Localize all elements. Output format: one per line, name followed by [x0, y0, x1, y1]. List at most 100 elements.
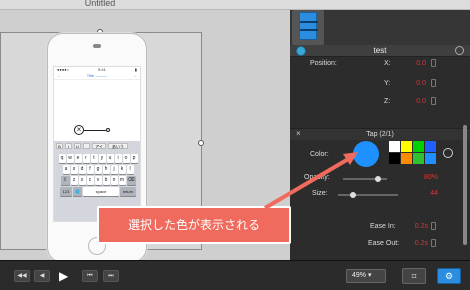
key[interactable]: s [70, 165, 78, 174]
tap-section-header[interactable]: × Tap (2/1) [290, 128, 470, 140]
size-slider-track[interactable] [338, 194, 398, 196]
key[interactable]: z [70, 176, 78, 185]
ease-in-value[interactable]: 0.2s [402, 223, 428, 230]
space-key[interactable]: space [83, 187, 119, 196]
slider-thumb[interactable] [106, 128, 110, 132]
size-slider-thumb[interactable] [350, 192, 356, 198]
key[interactable]: p [130, 154, 138, 163]
x-label: X: [384, 60, 391, 67]
key[interactable]: k [118, 165, 126, 174]
ease-out-stepper[interactable] [431, 239, 436, 247]
nav-forward-button[interactable]: → [133, 73, 137, 78]
key[interactable]: b [102, 176, 110, 185]
power-icon[interactable] [455, 46, 464, 55]
key[interactable]: v [94, 176, 102, 185]
key[interactable]: a [62, 165, 70, 174]
y-value[interactable]: 0.0 [398, 80, 426, 87]
size-value[interactable]: 44 [410, 190, 438, 197]
globe-key[interactable]: 🌐 [73, 187, 82, 196]
skip-back-button[interactable]: ◀◀ [14, 270, 30, 282]
color-swatch[interactable] [413, 141, 424, 152]
toolbar-key[interactable]: あいう [108, 143, 128, 149]
gear-icon: ⚙ [444, 271, 454, 281]
selected-color-preview[interactable] [353, 141, 379, 167]
annotation-callout: 選択した色が表示される [97, 206, 291, 244]
color-swatches [389, 141, 436, 164]
key[interactable]: y [98, 154, 106, 163]
key[interactable]: g [94, 165, 102, 174]
key-rows: q w e r t y u i o p a s d f g h j k l ⇧ z x c v b n m ⌫ [54, 154, 140, 185]
object-name: test [373, 46, 387, 55]
settings-button[interactable]: ⚙ [437, 268, 461, 284]
key[interactable]: l [126, 165, 134, 174]
section-title: Tap (2/1) [366, 131, 394, 138]
bottom-toolbar: ◀◀ ◀ ▶ ⏮ ⏭ 49% ▾ ⌗ ⚙ [0, 260, 470, 290]
z-value[interactable]: 0.0 [398, 98, 426, 105]
x-stepper[interactable] [431, 59, 436, 67]
nav-title: Title ——— [86, 73, 108, 78]
color-swatch[interactable] [425, 141, 436, 152]
key[interactable]: q [58, 154, 66, 163]
z-label: Z: [384, 98, 391, 105]
backspace-key[interactable]: ⌫ [126, 176, 136, 185]
ease-in-stepper[interactable] [431, 222, 436, 230]
inspector-scrollbar[interactable] [463, 125, 467, 245]
color-swatch[interactable] [413, 153, 424, 164]
z-stepper[interactable] [431, 97, 436, 105]
phone-screen[interactable]: ●●●●○ 9:41 ▮ ← Title ——— → × B I U アイ あい… [53, 66, 141, 222]
window-title: Untitled [84, 0, 116, 8]
color-swatch[interactable] [425, 153, 436, 164]
position-label: Position: [310, 60, 337, 67]
color-swatch[interactable] [401, 153, 412, 164]
color-swatch[interactable] [401, 141, 412, 152]
key[interactable]: n [110, 176, 118, 185]
shift-key[interactable]: ⇧ [60, 176, 70, 185]
inspector-panel: test Position: X: 0.0 Y: 0.0 Z: 0.0 × Ta… [290, 10, 470, 260]
toolbar-key[interactable]: I [65, 143, 72, 149]
opacity-value[interactable]: 80% [410, 174, 438, 181]
color-swatch[interactable] [389, 141, 400, 152]
toolbar-key[interactable]: B [56, 143, 63, 149]
step-back-button[interactable]: ◀ [34, 270, 50, 282]
play-button[interactable]: ▶ [59, 269, 68, 283]
close-icon[interactable]: × [74, 125, 84, 135]
key[interactable]: h [102, 165, 110, 174]
y-stepper[interactable] [431, 79, 436, 87]
crop-button[interactable]: ⌗ [402, 268, 426, 284]
color-swatch[interactable] [389, 153, 400, 164]
title-bar: Untitled [0, 0, 470, 10]
key[interactable]: f [86, 165, 94, 174]
key[interactable]: x [78, 176, 86, 185]
battery-icon: ▮ [134, 67, 137, 72]
key[interactable]: r [82, 154, 90, 163]
slider-control[interactable]: × [74, 125, 110, 135]
key[interactable]: j [110, 165, 118, 174]
nav-back-button[interactable]: ← [57, 73, 61, 78]
size-label: Size: [312, 190, 328, 197]
return-key[interactable]: return [120, 187, 136, 196]
toolbar-key[interactable] [83, 143, 90, 149]
next-button[interactable]: ⏭ [103, 270, 119, 282]
key[interactable]: o [122, 154, 130, 163]
reset-color-icon[interactable] [443, 148, 453, 158]
key[interactable]: c [86, 176, 94, 185]
keyboard-toolbar: B I U アイ あいう [54, 141, 140, 152]
zoom-select[interactable]: 49% ▾ [346, 269, 386, 283]
key[interactable]: w [66, 154, 74, 163]
resize-handle-right[interactable] [198, 140, 204, 146]
key[interactable]: m [118, 176, 126, 185]
ease-out-value[interactable]: 0.2s [402, 240, 428, 247]
key[interactable]: d [78, 165, 86, 174]
tab-layers[interactable] [292, 10, 324, 45]
opacity-slider-thumb[interactable] [375, 176, 382, 182]
numbers-key[interactable]: 123 [60, 187, 72, 196]
key[interactable]: t [90, 154, 98, 163]
key[interactable]: e [74, 154, 82, 163]
toolbar-key[interactable]: アイ [92, 143, 106, 149]
previous-button[interactable]: ⏮ [82, 270, 98, 282]
key[interactable]: u [106, 154, 114, 163]
toolbar-key[interactable]: U [74, 143, 81, 149]
x-value[interactable]: 0.0 [398, 60, 426, 67]
ease-in-label: Ease In: [370, 223, 396, 230]
key[interactable]: i [114, 154, 122, 163]
